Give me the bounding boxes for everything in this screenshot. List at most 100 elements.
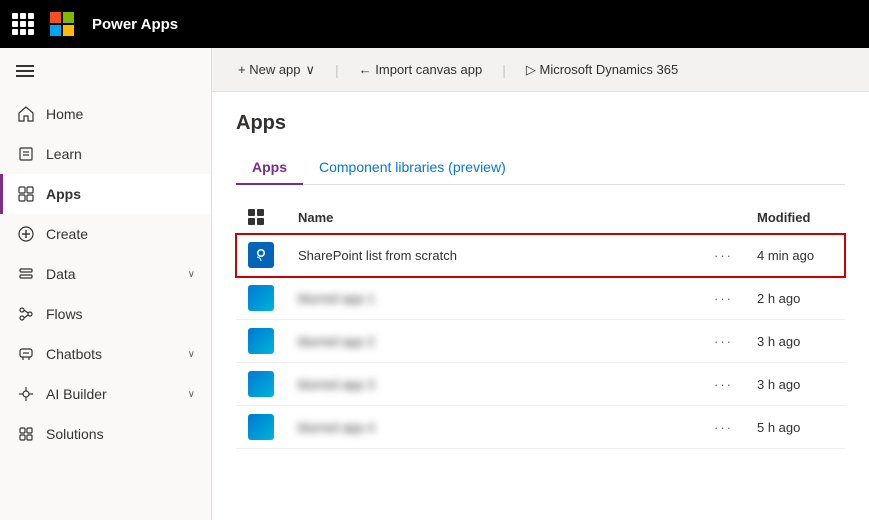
sidebar-item-create[interactable]: Create (0, 214, 211, 254)
app-more-icon[interactable]: ··· (714, 291, 733, 306)
main-layout: Home Learn Apps (0, 48, 869, 520)
data-icon (16, 264, 36, 284)
app-name-cell[interactable]: SharePoint list from scratch (286, 234, 702, 277)
app-icon-cell (236, 363, 286, 406)
sidebar-item-data[interactable]: Data ∨ (0, 254, 211, 294)
divider-1: | (335, 62, 339, 78)
app-icon-4 (248, 371, 274, 397)
dynamics-button[interactable]: ▷ Microsoft Dynamics 365 (516, 57, 688, 83)
app-title: Power Apps (92, 16, 178, 33)
app-more-icon[interactable]: ··· (714, 248, 733, 263)
app-name-label: blurred app 3 (298, 377, 375, 392)
app-time-cell: 3 h ago (745, 320, 845, 363)
flows-icon (16, 304, 36, 324)
col-modified-header: Modified (745, 201, 845, 234)
sidebar-label-learn: Learn (46, 146, 82, 162)
new-app-chevron-icon: ∨ (306, 62, 316, 78)
tab-component-label: Component libraries (preview) (319, 159, 506, 175)
app-more-icon[interactable]: ··· (714, 377, 733, 392)
import-label: ← Import canvas app (359, 62, 483, 77)
divider-2: | (502, 62, 506, 78)
table-row[interactable]: blurred app 3 ··· 3 h ago (236, 363, 845, 406)
app-time-cell: 4 min ago (745, 234, 845, 277)
content-area: + New app ∨ | ← Import canvas app | ▷ Mi… (212, 48, 869, 520)
app-name-label: blurred app 1 (298, 291, 375, 306)
sidebar-item-home[interactable]: Home (0, 94, 211, 134)
microsoft-logo (50, 12, 74, 36)
tab-component-libraries[interactable]: Component libraries (preview) (303, 151, 522, 185)
data-chevron-icon: ∨ (188, 269, 195, 280)
sidebar-label-chatbots: Chatbots (46, 346, 102, 362)
sharepoint-app-icon (248, 242, 274, 268)
sidebar-item-solutions[interactable]: Solutions (0, 414, 211, 454)
action-bar: + New app ∨ | ← Import canvas app | ▷ Mi… (212, 48, 869, 92)
app-more-icon[interactable]: ··· (714, 420, 733, 435)
tab-apps-label: Apps (252, 159, 287, 175)
learn-icon (16, 144, 36, 164)
app-more-cell[interactable]: ··· (702, 363, 745, 406)
solutions-icon (16, 424, 36, 444)
app-name-cell[interactable]: blurred app 3 (286, 363, 702, 406)
topbar: Power Apps (0, 0, 869, 48)
app-icon-cell (236, 234, 286, 277)
app-time-cell: 2 h ago (745, 277, 845, 320)
app-more-icon[interactable]: ··· (714, 334, 733, 349)
apps-table: Name Modified (236, 201, 845, 449)
dynamics-label: ▷ Microsoft Dynamics 365 (526, 62, 678, 78)
ai-builder-icon (16, 384, 36, 404)
app-icon-cell (236, 320, 286, 363)
sidebar-label-apps: Apps (46, 186, 81, 202)
sidebar-toggle-button[interactable] (0, 48, 211, 94)
table-row[interactable]: blurred app 4 ··· 5 h ago (236, 406, 845, 449)
app-more-cell[interactable]: ··· (702, 406, 745, 449)
sidebar-label-data: Data (46, 266, 76, 282)
app-icon-5 (248, 414, 274, 440)
sidebar-item-apps[interactable]: Apps (0, 174, 211, 214)
app-icon-cell (236, 277, 286, 320)
page-content: Apps Apps Component libraries (preview) (212, 92, 869, 520)
table-row[interactable]: blurred app 2 ··· 3 h ago (236, 320, 845, 363)
table-row[interactable]: blurred app 1 ··· 2 h ago (236, 277, 845, 320)
tabs-bar: Apps Component libraries (preview) (236, 151, 845, 185)
col-icon-header (236, 201, 286, 234)
col-name-header[interactable]: Name (286, 201, 702, 234)
sidebar: Home Learn Apps (0, 48, 212, 520)
sidebar-item-chatbots[interactable]: Chatbots ∨ (0, 334, 211, 374)
app-name-cell[interactable]: blurred app 2 (286, 320, 702, 363)
app-time-cell: 5 h ago (745, 406, 845, 449)
create-icon (16, 224, 36, 244)
sidebar-label-flows: Flows (46, 306, 83, 322)
app-more-cell[interactable]: ··· (702, 277, 745, 320)
sidebar-label-home: Home (46, 106, 83, 122)
sidebar-item-ai-builder[interactable]: AI Builder ∨ (0, 374, 211, 414)
new-app-button[interactable]: + New app ∨ (228, 57, 325, 83)
home-icon (16, 104, 36, 124)
import-canvas-button[interactable]: ← Import canvas app (349, 57, 493, 82)
sidebar-item-learn[interactable]: Learn (0, 134, 211, 174)
table-row[interactable]: SharePoint list from scratch ··· 4 min a… (236, 234, 845, 277)
app-more-cell[interactable]: ··· (702, 234, 745, 277)
app-name-label: SharePoint list from scratch (298, 248, 457, 263)
sidebar-label-solutions: Solutions (46, 426, 104, 442)
waffle-menu-icon[interactable] (12, 13, 34, 35)
apps-icon (16, 184, 36, 204)
col-more-header (702, 201, 745, 234)
page-title: Apps (236, 112, 845, 135)
sidebar-item-flows[interactable]: Flows (0, 294, 211, 334)
app-icon-3 (248, 328, 274, 354)
app-name-label: blurred app 2 (298, 334, 375, 349)
app-more-cell[interactable]: ··· (702, 320, 745, 363)
app-name-cell[interactable]: blurred app 4 (286, 406, 702, 449)
new-app-label: + New app (238, 62, 301, 77)
grid-sort-icon[interactable] (248, 209, 264, 225)
app-icon-cell (236, 406, 286, 449)
chatbots-chevron-icon: ∨ (188, 349, 195, 360)
app-name-label: blurred app 4 (298, 420, 375, 435)
chatbots-icon (16, 344, 36, 364)
sidebar-label-ai-builder: AI Builder (46, 386, 107, 402)
ai-builder-chevron-icon: ∨ (188, 389, 195, 400)
app-icon-2 (248, 285, 274, 311)
app-name-cell[interactable]: blurred app 1 (286, 277, 702, 320)
tab-apps[interactable]: Apps (236, 151, 303, 185)
sidebar-label-create: Create (46, 226, 88, 242)
